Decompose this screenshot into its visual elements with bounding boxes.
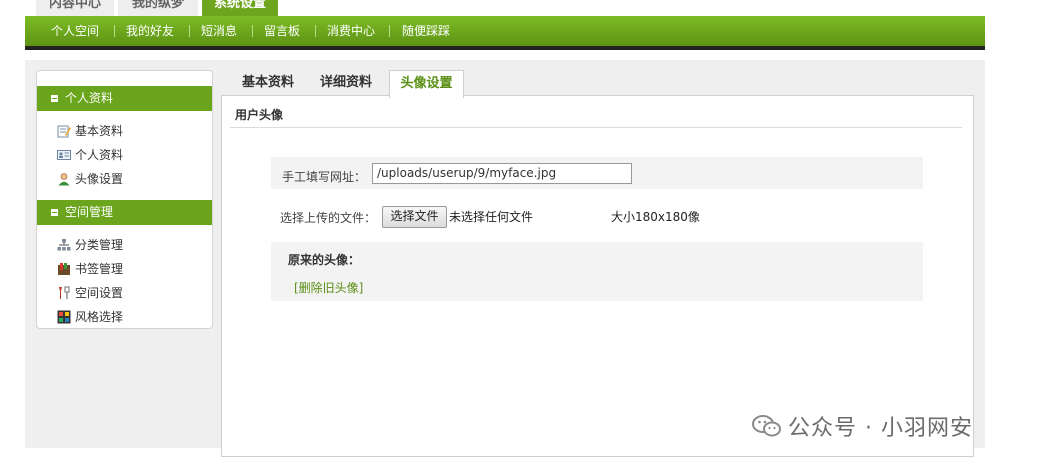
tools-icon xyxy=(59,286,70,299)
tab-detail-info[interactable]: 详细资料 xyxy=(311,70,381,96)
org-chart-icon xyxy=(57,239,71,251)
sidebar-item-label: 书签管理 xyxy=(75,262,124,276)
sidebar-section-title: 空间管理 xyxy=(65,205,114,219)
edit-icon xyxy=(57,125,71,138)
id-card-icon xyxy=(57,150,71,160)
top-tab-my-dream[interactable]: 我的纵梦 xyxy=(118,0,198,16)
top-tab-system-settings[interactable]: 系统设置 xyxy=(202,0,278,16)
upload-label: 选择上传的文件： xyxy=(280,211,377,225)
menu-separator xyxy=(252,25,253,37)
avatar-url-input[interactable]: /uploads/userup/9/myface.jpg xyxy=(372,163,632,184)
menu-item-consume-center[interactable]: 消费中心 xyxy=(327,16,375,46)
menu-item-my-friends[interactable]: 我的好友 xyxy=(126,16,174,46)
sidebar: 个人资料 基本资料 个人资料 头像设置 空间管理 分类管理 书签管理 空间设置 … xyxy=(36,70,213,329)
collapse-icon xyxy=(51,209,58,216)
collapse-icon xyxy=(51,95,58,102)
top-tabs: 内容中心 我的纵梦 系统设置 xyxy=(0,0,1053,16)
sidebar-item-label: 空间设置 xyxy=(75,286,124,300)
menu-item-messages[interactable]: 短消息 xyxy=(201,16,237,46)
menu-item-guestbook[interactable]: 留言板 xyxy=(264,16,300,46)
user-icon xyxy=(58,173,70,186)
tab-avatar-settings[interactable]: 头像设置 xyxy=(389,70,464,98)
menu-item-random-visit[interactable]: 随便踩踩 xyxy=(402,16,450,46)
section-title: 用户头像 xyxy=(235,108,284,122)
choose-file-button[interactable]: 选择文件 xyxy=(382,206,447,228)
url-label: 手工填写网址： xyxy=(282,170,367,184)
sidebar-item-label: 基本资料 xyxy=(75,124,124,138)
sidebar-section-profile[interactable]: 个人资料 xyxy=(37,86,212,111)
main-menu-bar: 个人空间 我的好友 短消息 留言板 消费中心 随便踩踩 xyxy=(25,16,985,50)
bookmark-icon xyxy=(58,263,70,275)
palette-icon xyxy=(57,310,71,324)
menu-separator xyxy=(315,25,316,37)
wechat-icon xyxy=(752,415,781,437)
watermark-text: 公众号 · 小羽网安 xyxy=(788,416,973,441)
menu-separator xyxy=(114,25,115,37)
tab-basic-info[interactable]: 基本资料 xyxy=(233,70,303,96)
sidebar-section-title: 个人资料 xyxy=(65,91,114,105)
delete-old-avatar-link[interactable]: [删除旧头像] xyxy=(294,279,363,296)
original-avatar-box xyxy=(271,242,923,301)
divider xyxy=(230,127,962,128)
sidebar-item-label: 个人资料 xyxy=(75,148,124,162)
top-tab-content-center[interactable]: 内容中心 xyxy=(36,0,114,16)
menu-separator xyxy=(189,25,190,37)
sidebar-item-label: 头像设置 xyxy=(75,172,124,186)
sidebar-item-label: 风格选择 xyxy=(75,310,124,324)
sidebar-item-label: 分类管理 xyxy=(75,238,124,252)
sidebar-section-space[interactable]: 空间管理 xyxy=(37,200,212,225)
menu-item-personal-space[interactable]: 个人空间 xyxy=(51,16,99,46)
original-avatar-title: 原来的头像： xyxy=(288,253,361,267)
menu-separator xyxy=(389,25,390,37)
size-hint: 大小180x180像 xyxy=(611,210,700,224)
no-file-text: 未选择任何文件 xyxy=(449,210,534,224)
